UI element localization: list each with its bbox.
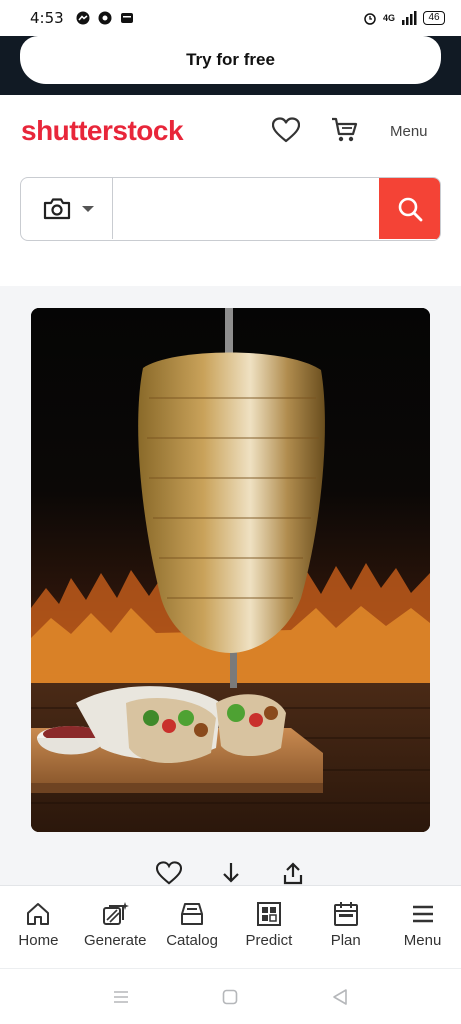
search-icon xyxy=(398,197,422,221)
cart-icon[interactable] xyxy=(330,116,358,144)
download-icon[interactable] xyxy=(219,861,243,885)
search-mode-selector[interactable] xyxy=(21,178,113,239)
alarm-icon xyxy=(364,13,376,25)
chrome-icon xyxy=(98,11,112,25)
predict-icon xyxy=(256,902,281,926)
status-bar: 4:53 4G 46 xyxy=(0,0,461,36)
nav-label: Predict xyxy=(245,932,293,949)
messenger-icon xyxy=(76,11,90,25)
search-bar xyxy=(20,177,441,241)
search-input[interactable] xyxy=(114,178,380,239)
status-time: 4:53 xyxy=(30,9,64,27)
content-area xyxy=(0,286,461,886)
back-icon[interactable] xyxy=(332,988,348,1006)
network-type: 4G xyxy=(382,13,395,23)
nav-plan[interactable]: Plan xyxy=(307,886,384,968)
bottom-nav: Home Generate Catalog Predict Plan Menu xyxy=(0,885,461,968)
nav-label: Plan xyxy=(330,932,361,949)
system-nav-bar xyxy=(0,968,461,1024)
promo-banner: Try for free xyxy=(0,36,461,95)
battery-indicator: 46 xyxy=(423,11,445,25)
shutterstock-logo[interactable]: shutterstock xyxy=(21,115,184,147)
search-button[interactable] xyxy=(379,178,440,239)
signal-icon xyxy=(402,11,417,25)
nav-home[interactable]: Home xyxy=(0,886,77,968)
site-header: shutterstock Menu xyxy=(0,95,461,170)
shawarma-photo[interactable] xyxy=(31,308,430,832)
heart-icon[interactable] xyxy=(156,861,182,885)
nav-label: Catalog xyxy=(166,932,218,949)
nav-label: Menu xyxy=(403,932,442,949)
shawarma-illustration xyxy=(31,308,430,832)
camera-icon xyxy=(43,198,71,220)
nav-menu[interactable]: Menu xyxy=(384,886,461,968)
catalog-icon xyxy=(181,903,204,925)
nav-label: Home xyxy=(18,932,59,949)
notification-icon xyxy=(120,13,133,23)
plan-icon xyxy=(333,902,358,926)
chevron-down-icon xyxy=(82,206,94,212)
nav-catalog[interactable]: Catalog xyxy=(154,886,231,968)
menu-link[interactable]: Menu xyxy=(390,123,428,140)
heart-icon[interactable] xyxy=(272,117,300,143)
nav-label: Generate xyxy=(83,932,147,949)
menu-icon xyxy=(412,905,433,923)
nav-predict[interactable]: Predict xyxy=(230,886,307,968)
recents-icon[interactable] xyxy=(112,989,130,1005)
home-button-icon[interactable] xyxy=(222,989,238,1005)
nav-generate[interactable]: Generate xyxy=(77,886,154,968)
home-icon xyxy=(27,903,50,925)
share-icon[interactable] xyxy=(281,861,305,885)
status-right: 4G 46 xyxy=(363,11,445,25)
try-for-free-button[interactable]: Try for free xyxy=(20,36,441,84)
generate-icon xyxy=(103,902,130,925)
